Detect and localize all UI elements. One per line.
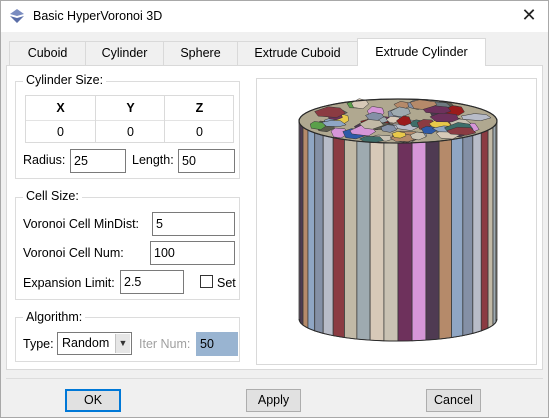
cancel-button[interactable]: Cancel [426,389,481,412]
button-separator [6,378,543,379]
side-face [344,139,358,340]
column-header-y: Y [126,101,135,115]
expansion-input[interactable]: 2.5 [120,270,184,294]
side-face [462,134,474,337]
radius-input[interactable]: 25 [70,149,126,173]
side-face [322,134,334,337]
column-header-z: Z [195,101,204,115]
iter-num-input[interactable]: 50 [196,332,238,356]
radius-label: Radius: [23,153,66,167]
close-icon[interactable]: ✕ [518,5,540,27]
iter-num-label: Iter Num: [139,337,191,351]
length-input[interactable]: 50 [178,149,235,173]
voronoi-cylinder-preview [298,98,498,342]
side-face [480,129,489,332]
side-face [314,132,324,334]
side-face [451,137,464,338]
column-header-x: X [56,101,65,115]
side-face [356,140,371,341]
tab-sphere[interactable]: Sphere [163,41,238,65]
table-divider [95,96,96,142]
table-divider [164,96,165,142]
side-face [472,132,482,334]
mindist-input[interactable]: 5 [152,212,235,236]
expansion-label: Expansion Limit: [23,276,115,290]
tab-cylinder[interactable]: Cylinder [85,41,164,65]
chevron-down-icon[interactable]: ▼ [115,334,130,353]
side-face [299,123,304,327]
side-face [411,141,427,342]
cell-x[interactable]: 0 [26,120,95,143]
cell-y[interactable]: 0 [96,120,165,143]
cell-num-label: Voronoi Cell Num: [23,246,124,260]
cylinder-size-table: X Y Z 0 0 0 [25,95,234,143]
side-face [383,142,399,342]
side-face [332,137,345,338]
algorithm-label: Algorithm: [23,310,86,324]
algorithm-type-value: Random [62,336,110,350]
side-face [495,120,498,323]
preview-panel [256,78,537,365]
side-face [397,142,413,342]
side-face [369,141,385,342]
mindist-label: Voronoi Cell MinDist: [23,217,140,231]
side-face [425,140,440,341]
ok-button[interactable]: OK [65,389,121,412]
side-face [492,123,497,327]
type-label: Type: [23,337,54,351]
side-face [487,126,494,329]
tab-extrude-cuboid[interactable]: Extrude Cuboid [237,41,358,65]
side-face [438,139,452,340]
tab-cuboid[interactable]: Cuboid [9,41,86,65]
side-face [307,129,316,332]
cell-num-input[interactable]: 100 [150,241,235,265]
hypervoronoi-app-icon [10,9,24,23]
set-label: Set [217,276,236,290]
cell-z[interactable]: 0 [165,120,234,143]
side-face [302,126,309,329]
length-label: Length: [132,153,174,167]
window-title: Basic HyperVoronoi 3D [33,9,163,23]
set-checkbox[interactable] [200,275,213,288]
apply-button[interactable]: Apply [246,389,301,412]
cell-size-label: Cell Size: [23,189,82,203]
algorithm-type-select[interactable]: Random ▼ [57,332,132,355]
cylinder-size-label: Cylinder Size: [23,73,107,87]
tab-extrude-cylinder[interactable]: Extrude Cylinder [357,38,486,66]
